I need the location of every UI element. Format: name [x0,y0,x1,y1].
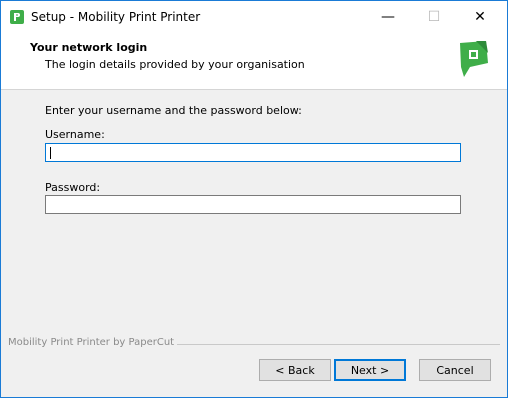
minimize-icon: — [381,9,395,25]
window-title: Setup - Mobility Print Printer [31,10,201,24]
papercut-p-icon [10,10,24,24]
password-label: Password: [45,181,101,194]
text-caret [50,147,51,159]
password-field[interactable] [45,195,461,214]
username-label: Username: [45,128,105,141]
page-subtitle: The login details provided by your organ… [45,58,305,71]
papercut-logo-icon [460,41,488,77]
footer-branding: Mobility Print Printer by PaperCut [8,337,500,349]
maximize-icon: ☐ [427,9,441,25]
page-title: Your network login [30,41,148,54]
minimize-button[interactable]: — [365,1,411,33]
close-button[interactable]: ✕ [457,1,503,33]
wizard-header: Your network login The login details pro… [1,33,507,90]
next-button[interactable]: Next > [334,359,406,381]
maximize-button[interactable]: ☐ [411,1,457,33]
setup-window: Setup - Mobility Print Printer — ☐ ✕ You… [0,0,508,398]
cancel-button[interactable]: Cancel [419,359,491,381]
brand-text: Mobility Print Printer by PaperCut [8,337,178,348]
username-field[interactable] [45,143,461,162]
close-icon: ✕ [474,9,486,25]
back-button[interactable]: < Back [259,359,331,381]
title-bar[interactable]: Setup - Mobility Print Printer — ☐ ✕ [1,1,507,33]
instructions-text: Enter your username and the password bel… [45,104,302,117]
